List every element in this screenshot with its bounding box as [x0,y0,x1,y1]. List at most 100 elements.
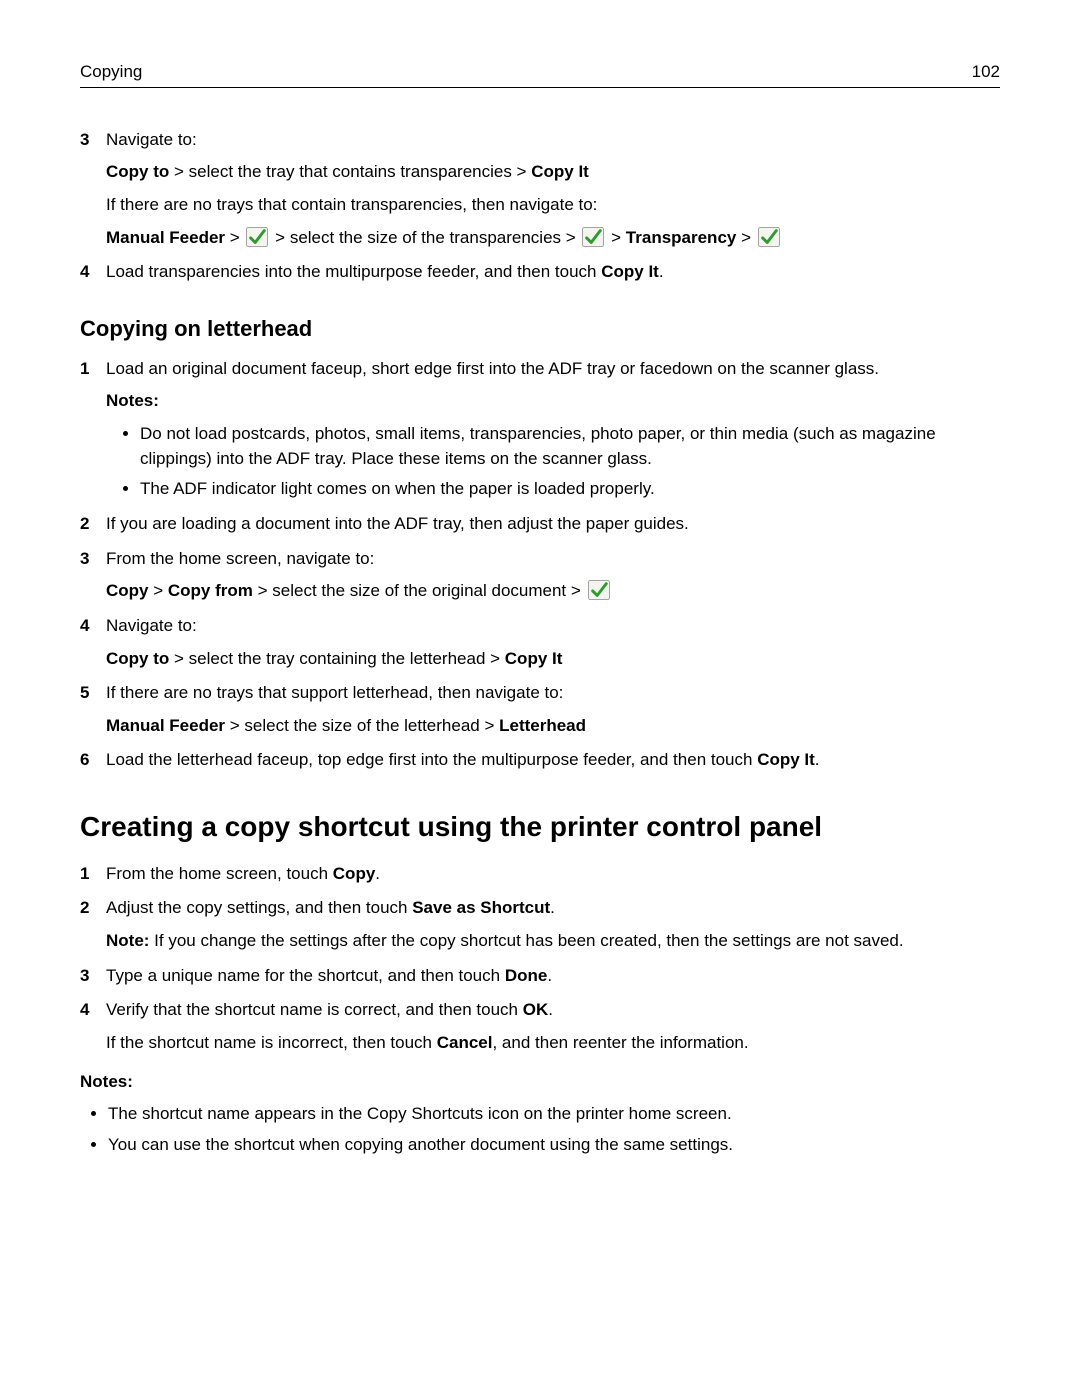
note-text: If you change the settings after the cop… [149,931,903,950]
section-heading-shortcut: Creating a copy shortcut using the print… [80,807,1000,848]
step-2: 2 If you are loading a document into the… [80,512,1000,537]
checkmark-icon [246,227,268,247]
step-text: Load an original document faceup, short … [106,359,879,378]
step-text: . [548,1000,553,1019]
step-text: If you are loading a document into the A… [106,514,689,533]
path-bold: Copy to [106,649,169,668]
step-number: 5 [80,681,89,706]
step-5: 5 If there are no trays that support let… [80,681,1000,738]
notes-label: Notes: [80,1070,1000,1095]
step-subtext: If there are no trays that contain trans… [106,193,1000,218]
path-text: > select the size of the letterhead > [225,716,499,735]
path-sep: > [230,228,245,247]
path-text: > select the tray containing the letterh… [169,649,505,668]
path-bold: Copy to [106,162,169,181]
nav-path: Copy > Copy from > select the size of th… [106,579,1000,604]
path-bold: Transparency [626,228,737,247]
step-number: 3 [80,547,89,572]
top-steps: 3 Navigate to: Copy to > select the tray… [80,128,1000,285]
step-text: Verify that the shortcut name is correct… [106,1000,523,1019]
step-3: 3 From the home screen, navigate to: Cop… [80,547,1000,604]
path-sep: > [741,228,756,247]
note-item: You can use the shortcut when copying an… [108,1133,1000,1158]
path-bold: Copy [106,581,149,600]
step-text: From the home screen, touch [106,864,333,883]
step-text: . [550,898,555,917]
step-4: 4 Load transparencies into the multipurp… [80,260,1000,285]
step-text: From the home screen, navigate to: [106,549,374,568]
nav-path: Manual Feeder > select the size of the l… [106,714,1000,739]
step-4: 4 Verify that the shortcut name is corre… [80,998,1000,1055]
step-text: . [547,966,552,985]
step-subtext: If the shortcut name is incorrect, then … [106,1031,1000,1056]
step-3: 3 Type a unique name for the shortcut, a… [80,964,1000,989]
step-number: 3 [80,964,89,989]
checkmark-icon [588,580,610,600]
page-header: Copying 102 [80,60,1000,88]
step-number: 4 [80,614,89,639]
step-3: 3 Navigate to: Copy to > select the tray… [80,128,1000,251]
step-text: Type a unique name for the shortcut, and… [106,966,505,985]
step-bold: Copy [333,864,376,883]
step-bold: OK [523,1000,549,1019]
path-sep: > [611,228,626,247]
step-4: 4 Navigate to: Copy to > select the tray… [80,614,1000,671]
path-text: > select the size of the transparencies … [275,228,580,247]
step-1: 1 From the home screen, touch Copy. [80,862,1000,887]
step-number: 4 [80,998,89,1023]
path-text: > select the size of the original docume… [253,581,586,600]
step-text: Load the letterhead faceup, top edge fir… [106,750,757,769]
note-item: Do not load postcards, photos, small ite… [140,422,1000,471]
header-page-number: 102 [972,60,1000,85]
step-number: 6 [80,748,89,773]
step-text: , and then reenter the information. [492,1033,748,1052]
step-number: 2 [80,512,89,537]
path-bold: Copy from [168,581,253,600]
nav-path: Copy to > select the tray that contains … [106,160,1000,185]
step-text: . [815,750,820,769]
step-text: Adjust the copy settings, and then touch [106,898,412,917]
path-text: > select the tray that contains transpar… [169,162,531,181]
step-text: Navigate to: [106,128,1000,153]
step-1: 1 Load an original document faceup, shor… [80,357,1000,502]
step-bold: Save as Shortcut [412,898,550,917]
nav-path: Copy to > select the tray containing the… [106,647,1000,672]
checkmark-icon [582,227,604,247]
step-text: If there are no trays that support lette… [106,683,563,702]
notes-label: Notes: [106,389,1000,414]
step-number: 1 [80,357,89,382]
step-number: 3 [80,128,89,153]
step-text: . [659,262,664,281]
step-text: If the shortcut name is incorrect, then … [106,1033,437,1052]
notes-list: The shortcut name appears in the Copy Sh… [80,1102,1000,1157]
note-item: The shortcut name appears in the Copy Sh… [108,1102,1000,1127]
path-bold: Manual Feeder [106,228,225,247]
section-heading-letterhead: Copying on letterhead [80,313,1000,345]
path-bold: Letterhead [499,716,586,735]
step-number: 2 [80,896,89,921]
step-text: Navigate to: [106,616,197,635]
letterhead-steps: 1 Load an original document faceup, shor… [80,357,1000,773]
step-number: 1 [80,862,89,887]
header-section: Copying [80,60,142,85]
step-6: 6 Load the letterhead faceup, top edge f… [80,748,1000,773]
step-note: Note: If you change the settings after t… [106,929,1000,954]
checkmark-icon [758,227,780,247]
step-bold: Done [505,966,548,985]
path-sep: > [153,581,168,600]
step-bold: Copy It [601,262,659,281]
step-bold: Copy It [757,750,815,769]
path-bold: Copy It [531,162,589,181]
note-item: The ADF indicator light comes on when th… [140,477,1000,502]
path-bold: Manual Feeder [106,716,225,735]
notes-list: Do not load postcards, photos, small ite… [106,422,1000,502]
step-bold: Cancel [437,1033,493,1052]
nav-path: Manual Feeder > > select the size of the… [106,226,1000,251]
step-text: Load transparencies into the multipurpos… [106,262,601,281]
step-text: . [375,864,380,883]
note-label: Note: [106,931,149,950]
step-2: 2 Adjust the copy settings, and then tou… [80,896,1000,953]
path-bold: Copy It [505,649,563,668]
shortcut-steps: 1 From the home screen, touch Copy. 2 Ad… [80,862,1000,1056]
step-number: 4 [80,260,89,285]
